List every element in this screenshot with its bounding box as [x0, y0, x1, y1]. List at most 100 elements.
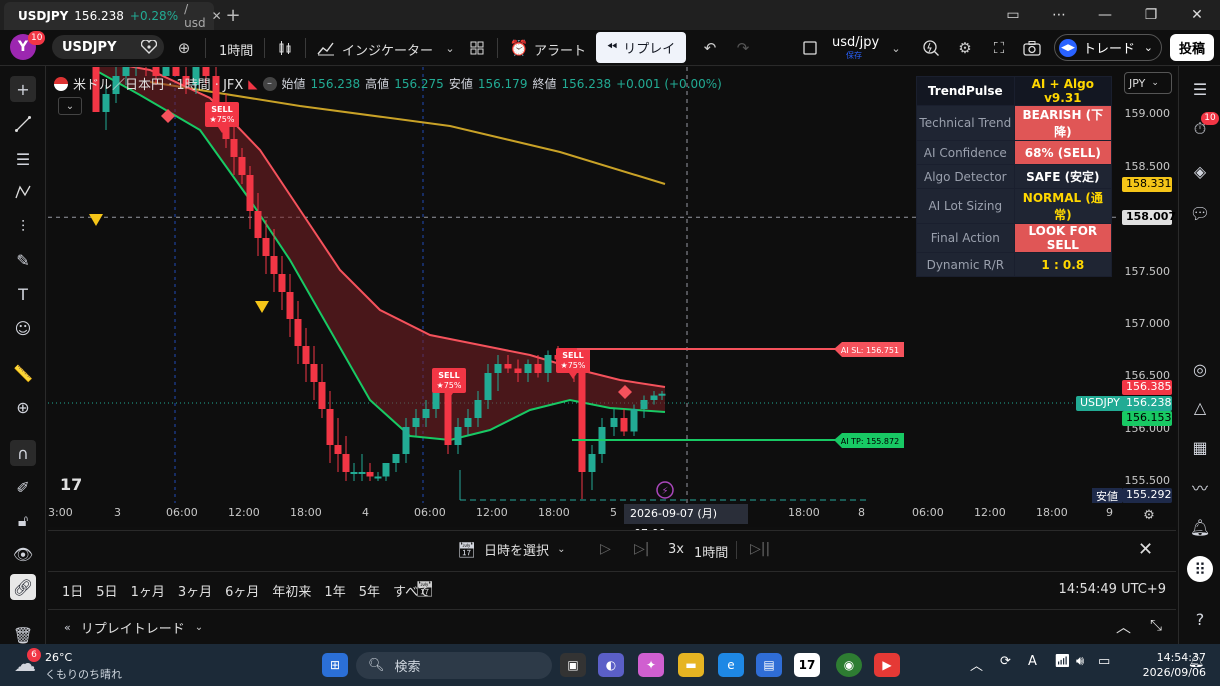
chat-icon[interactable]: 💬︎ — [1187, 200, 1213, 226]
tray-sync-icon[interactable]: ⟳ — [1000, 654, 1011, 669]
taskbar-search[interactable]: 🔍︎ 検索 — [356, 652, 552, 679]
range-button[interactable]: 1ヶ月 — [131, 581, 165, 600]
range-button[interactable]: 5年 — [359, 581, 380, 600]
battery-icon[interactable]: ▭ — [1098, 654, 1110, 669]
fullscreen-icon[interactable]: ⛶ — [987, 36, 1011, 60]
task-view-icon[interactable]: ▣ — [560, 653, 586, 677]
close-replay-icon[interactable]: ✕ — [1138, 539, 1153, 560]
range-button[interactable]: 6ヶ月 — [225, 581, 259, 600]
more-icon[interactable]: ⋯ — [1036, 7, 1082, 23]
interval-button[interactable]: 1時間 — [219, 40, 253, 59]
copilot-icon[interactable]: ✦ — [638, 653, 664, 677]
youtube-icon[interactable]: ▶ — [874, 653, 900, 677]
step-forward-icon[interactable]: ▷| — [634, 541, 649, 557]
time-axis[interactable] — [48, 503, 1120, 527]
add-symbol-icon[interactable]: ⊕ — [172, 36, 196, 60]
trade-button[interactable]: ◀▶ トレード ⌄ — [1054, 34, 1162, 61]
indicators-button[interactable]: インジケーター — [342, 40, 433, 59]
replay-trade-tab[interactable]: « リプレイトレード ⌄ — [64, 618, 203, 637]
publish-button[interactable]: 投稿 — [1170, 34, 1214, 61]
magnet-icon[interactable]: ∩ — [10, 440, 36, 466]
lock-icon[interactable]: 🔓︎ — [10, 508, 36, 534]
currency-button[interactable]: JPY ⌄ — [1124, 72, 1172, 94]
camera-icon[interactable] — [1020, 36, 1044, 60]
go-to-date-icon[interactable]: 📅︎ — [415, 580, 434, 598]
jump-to-realtime-icon[interactable]: ▷|| — [750, 541, 770, 557]
volume-icon[interactable]: 🔊︎ — [1076, 654, 1084, 669]
layout-square-icon[interactable] — [798, 36, 822, 60]
wifi-icon[interactable]: 📶︎ — [1054, 654, 1071, 669]
clock[interactable]: 14:54:49 UTC+9 — [1059, 582, 1166, 597]
collapse-legend-icon[interactable]: ⌄ — [58, 97, 82, 115]
minimize-icon[interactable]: — — [1082, 7, 1128, 23]
redo-icon[interactable]: ↷ — [731, 36, 755, 60]
range-button[interactable]: 1年 — [324, 581, 345, 600]
settings-icon[interactable]: ⚙ — [953, 36, 977, 60]
bookmark-icon[interactable]: ◣ — [248, 77, 257, 91]
pencil-lock-icon[interactable]: ✐ — [10, 474, 36, 500]
pattern-icon[interactable] — [10, 179, 36, 205]
undo-icon[interactable]: ↶ — [698, 36, 722, 60]
brush-icon[interactable]: ✎ — [10, 247, 36, 273]
emoji-icon[interactable]: ☺ — [10, 315, 36, 341]
select-date-button[interactable]: 📅︎ 日時を選択 ⌄ — [457, 540, 565, 560]
store-icon[interactable]: ▤ — [756, 653, 782, 677]
monitor-icon[interactable]: ▭ — [990, 7, 1036, 23]
range-button[interactable]: 3ヶ月 — [178, 581, 212, 600]
tab-close-icon[interactable]: ✕ — [212, 9, 222, 23]
crosshair-icon[interactable]: + — [10, 76, 36, 102]
indicators-icon[interactable] — [314, 36, 338, 60]
fib-retracement-icon[interactable]: ☰ — [10, 146, 36, 172]
eye-icon[interactable]: 👁︎ — [10, 541, 36, 567]
ruler-icon[interactable]: 📏 — [10, 360, 36, 386]
range-button[interactable]: 5日 — [96, 581, 117, 600]
tray-chevron-icon[interactable]: ︿ — [970, 655, 983, 674]
zoom-in-icon[interactable]: ⊕ — [10, 394, 36, 420]
ime-icon[interactable]: A — [1028, 654, 1037, 669]
replay-button[interactable]: ⏪︎ リプレイ — [596, 32, 686, 63]
text-icon[interactable]: T — [10, 281, 36, 307]
teams-icon[interactable]: ◐ — [598, 653, 624, 677]
expand-panel-icon[interactable]: ︿ — [1116, 616, 1131, 637]
new-tab-button[interactable]: + — [222, 4, 244, 26]
apps-grid-icon[interactable]: ⠿ — [1187, 556, 1213, 582]
notification-bell-icon[interactable]: 🔔︎ — [1188, 654, 1205, 669]
heart-shield-icon[interactable] — [140, 39, 158, 55]
watchlist-icon[interactable]: ☰ — [1187, 76, 1213, 102]
alert-button[interactable]: アラート — [534, 40, 586, 59]
range-button[interactable]: 1日 — [62, 581, 83, 600]
forecast-icon[interactable]: ⫶ — [10, 214, 36, 240]
quick-search-icon[interactable] — [919, 36, 943, 60]
chevron-down-icon[interactable]: ⌄ — [438, 36, 462, 60]
restore-icon[interactable]: ❐ — [1128, 7, 1174, 23]
chevron-down-icon[interactable]: ⌄ — [884, 36, 908, 60]
layout-grid-icon[interactable] — [465, 36, 489, 60]
start-icon[interactable]: ⊞ — [322, 653, 348, 677]
trend-line-icon[interactable] — [10, 111, 36, 137]
replay-interval[interactable]: 1時間 — [694, 542, 728, 561]
target-icon[interactable]: ◎ — [1187, 356, 1213, 382]
close-window-icon[interactable]: ✕ — [1174, 7, 1220, 23]
candle-type-icon[interactable] — [273, 36, 297, 60]
axis-settings-icon[interactable]: ⚙ — [1140, 507, 1158, 523]
stream-icon[interactable]: 〰 — [1187, 474, 1213, 500]
help-icon[interactable]: ? — [1187, 606, 1213, 632]
file-explorer-icon[interactable]: ▬ — [678, 653, 704, 677]
eye-hide-icon[interactable]: – — [262, 76, 277, 91]
calendar-icon[interactable]: ▦ — [1187, 434, 1213, 460]
link-icon[interactable]: 🔗︎ — [10, 574, 36, 600]
alarm-clock-icon[interactable]: ⏰ — [507, 36, 531, 60]
browser-tab[interactable]: USDJPY 156.238 +0.28% / usd ✕ — [4, 2, 222, 30]
play-icon[interactable]: ▷ — [600, 541, 611, 557]
layers-icon[interactable]: ◈ — [1187, 158, 1213, 184]
tradingview-app-icon[interactable]: 17 — [794, 653, 820, 677]
notifications-bell-icon[interactable]: 🔔︎ — [1187, 514, 1213, 540]
maximize-panel-icon[interactable]: ⤡ — [1150, 616, 1162, 634]
symbol-title[interactable]: 米ドル／日本円 · 1時間 · JFX — [73, 74, 243, 93]
chrome-icon[interactable]: ◉ — [836, 653, 862, 677]
price-axis[interactable]: JPY ⌄ — [1120, 67, 1176, 527]
layout-name[interactable]: usd/jpy — [832, 35, 879, 50]
ideas-icon[interactable]: △ — [1187, 394, 1213, 420]
edge-icon[interactable]: e — [718, 653, 744, 677]
replay-speed[interactable]: 3x — [668, 542, 684, 557]
